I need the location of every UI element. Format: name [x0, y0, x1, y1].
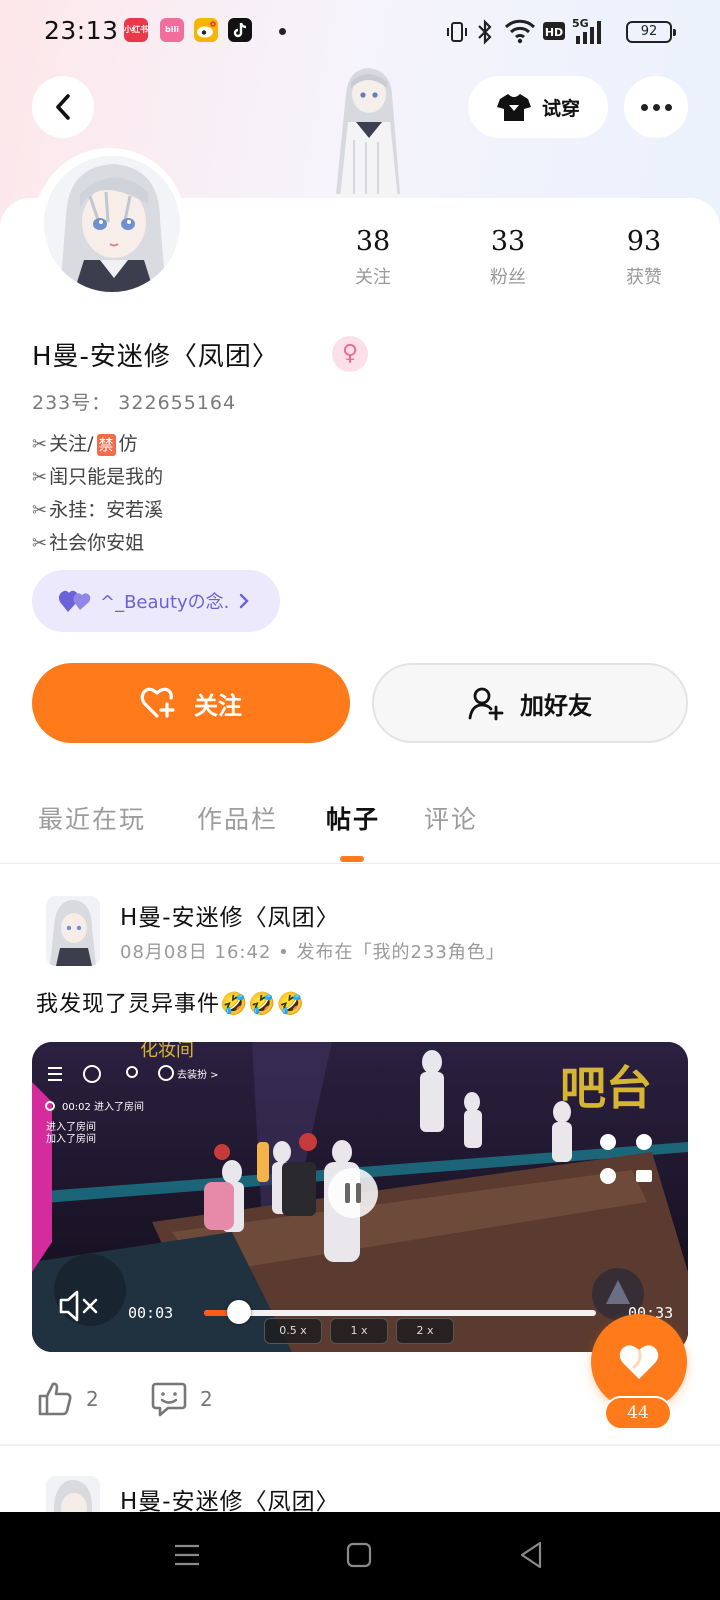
svg-text:进入了房间: 进入了房间: [46, 1120, 96, 1133]
likes-received-count: 93: [626, 226, 662, 257]
fans-count: 33: [490, 226, 526, 257]
speed-1x-button[interactable]: 1 x: [330, 1318, 388, 1344]
status-time: 23:13: [44, 16, 119, 45]
more-dot: [652, 103, 660, 111]
try-on-button[interactable]: 试穿: [468, 76, 608, 138]
tab-recently-played[interactable]: 最近在玩: [38, 800, 146, 836]
svg-text:吧台: 吧台: [560, 1061, 652, 1115]
menu-icon[interactable]: [174, 1542, 200, 1568]
bond-relationship-pill[interactable]: ^_Beautyの念.: [32, 570, 280, 632]
tab-active-indicator: [340, 856, 364, 862]
post-author-avatar[interactable]: [46, 1476, 100, 1512]
svg-text:化妆间: 化妆间: [140, 1042, 194, 1061]
heart-plus-icon: [140, 687, 175, 718]
pause-icon-bar: [356, 1183, 361, 1203]
add-friend-label: 加好友: [520, 691, 592, 720]
tab-posts[interactable]: 帖子: [326, 800, 380, 836]
tab-works[interactable]: 作品栏: [197, 800, 278, 836]
floating-like-count: 44: [604, 1396, 672, 1430]
notification-dot: [279, 28, 286, 35]
bond-name: ^_Beautyの念.: [100, 592, 230, 613]
ban-badge: 禁: [96, 433, 116, 456]
add-user-icon: [468, 687, 504, 721]
likes-received-label: 获赞: [626, 267, 662, 288]
video-progress-track[interactable]: [204, 1310, 596, 1316]
wifi-icon: [504, 19, 536, 44]
following-count: 38: [355, 226, 391, 257]
heart-icon: [619, 1345, 659, 1379]
comment-count: 2: [200, 1387, 213, 1411]
stat-likes[interactable]: 93 获赞: [599, 226, 689, 289]
follow-label: 关注: [194, 691, 242, 720]
hd-icon: HD: [543, 22, 565, 40]
stat-fans[interactable]: 33 粉丝: [463, 226, 553, 289]
svg-text:加入了房间: 加入了房间: [46, 1132, 96, 1145]
user-id[interactable]: 233号： 322655164: [32, 388, 236, 415]
chevron-left-icon: [56, 94, 70, 120]
bio-line: ✂ 闺只能是我的: [32, 461, 163, 494]
follow-button[interactable]: 关注: [32, 663, 350, 743]
stat-following[interactable]: 38 关注: [328, 226, 418, 289]
speed-2x-button[interactable]: 2 x: [396, 1318, 454, 1344]
double-heart-icon: [58, 590, 91, 612]
profile-tabs: 最近在玩 作品栏 帖子 评论: [0, 800, 720, 864]
battery-indicator: 92: [626, 21, 676, 43]
more-options-button[interactable]: [624, 76, 688, 138]
bio: ✂ 关注/禁仿 ✂ 闺只能是我的 ✂ 永挂：安若溪 ✂ 社会你安姐: [32, 428, 163, 560]
weibo-icon: [194, 18, 218, 42]
chevron-right-icon: [240, 593, 250, 609]
svg-text:HD: HD: [545, 26, 563, 39]
vibrate-icon: [447, 22, 467, 42]
more-dot: [640, 103, 648, 111]
scissors-icon: ✂: [32, 533, 48, 554]
fans-label: 粉丝: [490, 267, 526, 288]
bilibili-icon: bili: [160, 18, 184, 42]
home-icon[interactable]: [346, 1542, 372, 1568]
bio-line: ✂ 关注/禁仿: [32, 428, 163, 461]
try-on-label: 试穿: [541, 97, 580, 120]
pause-button[interactable]: [328, 1168, 378, 1218]
scissors-icon: ✂: [32, 500, 48, 521]
video-current-time: 00:03: [128, 1304, 174, 1322]
tab-comments[interactable]: 评论: [424, 800, 478, 836]
character-preview-image: [318, 64, 418, 199]
tshirt-icon: [496, 94, 531, 121]
post-author-name[interactable]: H曼-安迷修〈凤团〉: [120, 1482, 340, 1516]
scissors-icon: ✂: [32, 467, 48, 488]
pause-icon-bar: [345, 1183, 350, 1203]
bluetooth-icon: [478, 19, 492, 45]
scissors-icon: ✂: [32, 434, 48, 455]
speed-0-5x-button[interactable]: 0.5 x: [264, 1318, 322, 1344]
post-divider: [0, 1444, 720, 1446]
back-triangle-icon[interactable]: [518, 1540, 544, 1570]
post-author-name[interactable]: H曼-安迷修〈凤团〉: [120, 898, 340, 932]
more-dot: [664, 103, 672, 111]
svg-text:5G: 5G: [572, 17, 589, 30]
comment-action[interactable]: 2: [150, 1380, 213, 1418]
add-friend-button[interactable]: 加好友: [372, 663, 688, 743]
svg-text:00:02 进入了房间: 00:02 进入了房间: [62, 1100, 144, 1113]
back-button[interactable]: [32, 76, 94, 138]
username: H曼-安迷修〈凤团〉: [32, 342, 279, 372]
bio-line: ✂ 社会你安姐: [32, 527, 163, 560]
status-bar: 23:13 小红书 bili HD 5G 92: [0, 0, 720, 64]
post-meta: 08月08日 16:42 • 发布在「我的233角色」: [120, 942, 505, 963]
following-label: 关注: [355, 267, 391, 288]
system-navigation-bar: [0, 1512, 720, 1600]
like-count: 2: [86, 1387, 99, 1411]
gender-female-icon: ♀: [332, 336, 368, 372]
thumbs-up-icon: [38, 1382, 72, 1416]
svg-text:去装扮 >: 去装扮 >: [177, 1068, 219, 1081]
post-text: 我发现了灵异事件🤣🤣🤣: [36, 992, 306, 1017]
signal-5g-icon: 5G: [572, 17, 601, 44]
post-author-avatar[interactable]: [46, 896, 100, 966]
like-action[interactable]: 2: [36, 1380, 99, 1418]
bio-line: ✂ 永挂：安若溪: [32, 494, 163, 527]
mute-icon[interactable]: [58, 1288, 100, 1324]
xiaohongshu-icon: 小红书: [124, 18, 148, 42]
avatar[interactable]: [44, 156, 180, 292]
tiktok-icon: [228, 18, 252, 42]
comment-bubble-icon: [151, 1382, 187, 1417]
